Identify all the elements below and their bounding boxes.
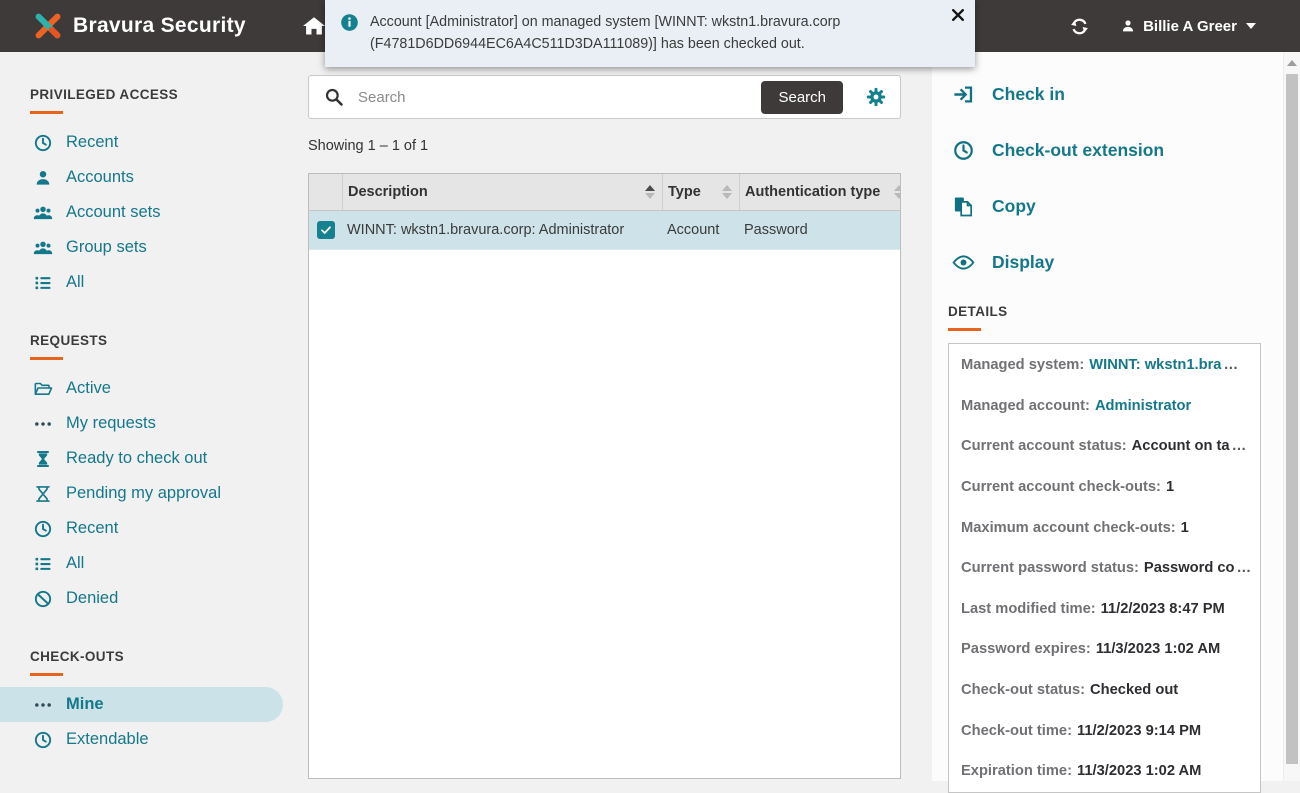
info-icon xyxy=(340,13,359,32)
copy-icon xyxy=(952,195,975,218)
display-button[interactable]: Display xyxy=(932,234,1284,290)
detail-row-expiration-time: Expiration time: 11/3/2023 1:02 AM xyxy=(961,751,1252,792)
sidebar-item-group-sets[interactable]: Group sets xyxy=(0,230,303,265)
sidebar-item-ready-to-check-out[interactable]: Ready to check out xyxy=(0,441,303,476)
sidebar-item-active[interactable]: Active xyxy=(0,371,303,406)
header-checkbox-cell xyxy=(309,174,343,210)
cell-description: WINNT: wkstn1.bravura.corp: Administrato… xyxy=(347,222,624,238)
cell-type: Account xyxy=(667,222,719,238)
detail-row-maximum-account-check-outs: Maximum account check-outs: 1 xyxy=(961,507,1252,548)
detail-row-managed-account: Managed account: Administrator xyxy=(961,386,1252,427)
scrollbar-thumb[interactable] xyxy=(1286,74,1298,764)
check-in-button[interactable]: Check in xyxy=(932,66,1284,122)
column-header-description[interactable]: Description xyxy=(343,174,663,210)
section-title-requests: REQUESTS xyxy=(30,333,303,348)
results-summary: Showing 1 – 1 of 1 xyxy=(308,138,901,154)
notification-banner: Account [Administrator] on managed syste… xyxy=(325,0,975,67)
hourglass-icon xyxy=(33,484,53,504)
sidebar-item-recent[interactable]: Recent xyxy=(0,125,303,160)
detail-row-current-account-status: Current account status: Account on ta … xyxy=(961,426,1252,467)
detail-row-check-out-time: Check-out time: 11/2/2023 9:14 PM xyxy=(961,710,1252,751)
detail-row-current-password-status: Current password status: Password co … xyxy=(961,548,1252,589)
clock-icon xyxy=(33,133,53,153)
brand-name: Bravura Security xyxy=(73,14,246,38)
sidebar-item-pending-my-approval[interactable]: Pending my approval xyxy=(0,476,303,511)
user-icon xyxy=(33,168,53,188)
copy-button[interactable]: Copy xyxy=(932,178,1284,234)
detail-row-password-expires: Password expires: 11/3/2023 1:02 AM xyxy=(961,629,1252,670)
home-icon[interactable] xyxy=(301,14,327,38)
sidebar-item-my-requests[interactable]: My requests xyxy=(0,406,303,441)
row-checkbox[interactable] xyxy=(317,221,335,239)
sort-arrows-icon[interactable] xyxy=(722,185,732,199)
detail-row-last-modified-time: Last modified time: 11/2/2023 8:47 PM xyxy=(961,589,1252,630)
sidebar-item-account-sets[interactable]: Account sets xyxy=(0,195,303,230)
main-content: Search Showing 1 – 1 of 1 Description Ty… xyxy=(308,52,901,779)
section-underline xyxy=(30,357,63,360)
section-title-privileged-access: PRIVILEGED ACCESS xyxy=(30,87,303,102)
details-list: Managed system: WINNT: wkstn1.bra … Mana… xyxy=(948,343,1261,793)
sort-arrows-icon[interactable] xyxy=(645,185,655,199)
sort-arrows-icon[interactable] xyxy=(894,185,901,199)
user-icon xyxy=(1120,18,1136,34)
hourglass-filled-icon xyxy=(33,449,53,469)
caret-down-icon xyxy=(1246,23,1256,29)
folder-open-icon xyxy=(33,379,53,399)
results-table: Description Type Authentication type WIN… xyxy=(308,173,901,779)
search-bar: Search xyxy=(308,75,901,119)
section-underline xyxy=(30,111,63,114)
sidebar-item-accounts[interactable]: Accounts xyxy=(0,160,303,195)
sidebar-item-extendable[interactable]: Extendable xyxy=(0,722,303,757)
table-header-row: Description Type Authentication type xyxy=(309,174,900,211)
sidebar-item-all-requests[interactable]: All xyxy=(0,546,303,581)
details-underline xyxy=(948,328,981,331)
column-header-authentication-type[interactable]: Authentication type xyxy=(740,174,900,210)
details-title: DETAILS xyxy=(948,304,1284,319)
users-icon xyxy=(33,238,53,258)
list-icon xyxy=(33,554,53,574)
sidebar-item-denied[interactable]: Denied xyxy=(0,581,303,616)
sidebar-item-mine[interactable]: Mine xyxy=(0,687,283,722)
detail-row-check-out-status: Check-out status: Checked out xyxy=(961,670,1252,711)
sidebar-item-recent-requests[interactable]: Recent xyxy=(0,511,303,546)
section-title-check-outs: CHECK-OUTS xyxy=(30,649,303,664)
ellipsis-icon xyxy=(33,695,53,715)
eye-icon xyxy=(952,251,975,274)
page-scrollbar[interactable] xyxy=(1283,52,1300,781)
search-input[interactable] xyxy=(356,88,761,107)
check-in-icon xyxy=(952,83,975,106)
sidebar-item-all-access[interactable]: All xyxy=(0,265,303,300)
close-icon[interactable] xyxy=(952,9,964,21)
managed-account-link[interactable]: Administrator xyxy=(1095,398,1191,414)
section-underline xyxy=(30,673,63,676)
check-out-extension-button[interactable]: Check-out extension xyxy=(932,122,1284,178)
ellipsis-icon xyxy=(33,414,53,434)
managed-system-link[interactable]: WINNT: wkstn1.bra xyxy=(1089,357,1221,373)
detail-panel: Check in Check-out extension Copy Displa… xyxy=(932,52,1284,781)
detail-row-managed-system: Managed system: WINNT: wkstn1.bra … xyxy=(961,345,1252,386)
users-icon xyxy=(33,203,53,223)
clock-icon xyxy=(952,139,975,162)
clock-icon xyxy=(33,730,53,750)
search-button[interactable]: Search xyxy=(761,81,843,114)
user-menu[interactable]: Billie A Greer xyxy=(1120,18,1256,35)
scroll-up-arrow-icon[interactable] xyxy=(1287,60,1297,66)
notification-message: Account [Administrator] on managed syste… xyxy=(370,11,941,55)
ban-icon xyxy=(33,589,53,609)
sidebar: PRIVILEGED ACCESS Recent Accounts Accoun… xyxy=(0,52,303,781)
bravura-logo-icon xyxy=(33,11,63,41)
column-header-type[interactable]: Type xyxy=(663,174,740,210)
brand-logo[interactable]: Bravura Security xyxy=(33,11,246,41)
table-row[interactable]: WINNT: wkstn1.bravura.corp: Administrato… xyxy=(309,211,900,250)
refresh-icon[interactable] xyxy=(1069,16,1090,37)
user-name: Billie A Greer xyxy=(1143,18,1237,35)
cell-auth-type: Password xyxy=(744,222,808,238)
detail-row-current-account-check-outs: Current account check-outs: 1 xyxy=(961,467,1252,508)
list-icon xyxy=(33,273,53,293)
search-icon xyxy=(324,87,344,107)
gear-icon[interactable] xyxy=(865,86,887,108)
clock-icon xyxy=(33,519,53,539)
